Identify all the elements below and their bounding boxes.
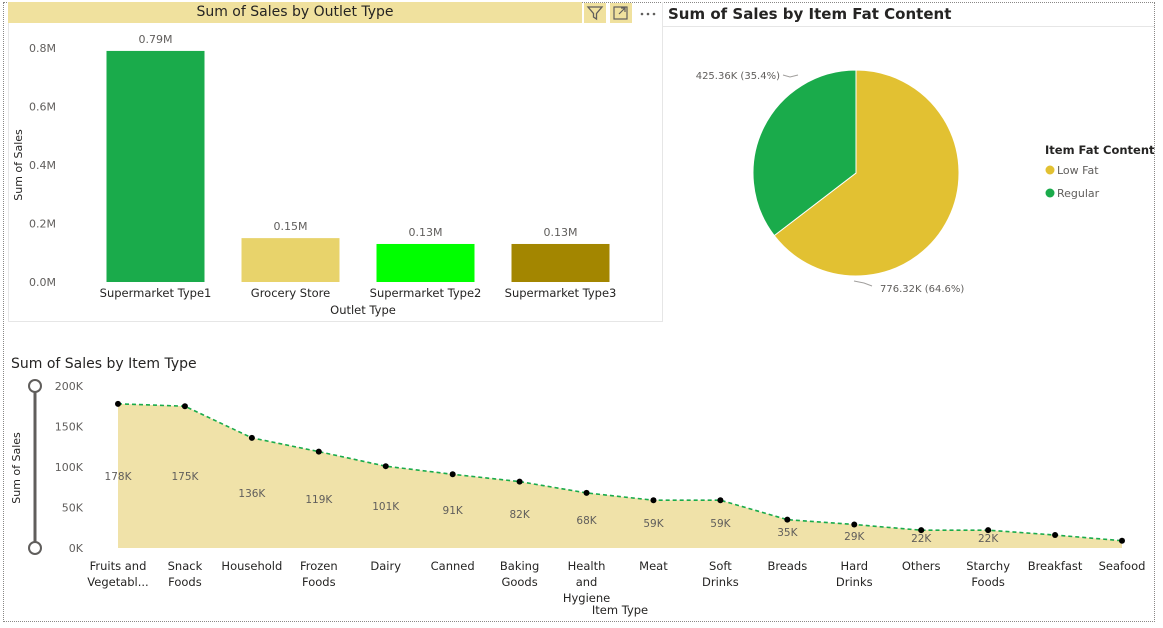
range-slider-handle <box>28 379 42 393</box>
x-tick-label: Breads <box>767 559 807 573</box>
focus-mode-icon[interactable] <box>610 3 632 23</box>
filter-icon[interactable] <box>584 3 606 23</box>
data-point <box>516 478 523 485</box>
bar-chart: 0.0M 0.2M 0.4M 0.6M 0.8M Sum of Sales 0.79M Sup… <box>12 33 617 317</box>
x-tick-label: Supermarket Type2 <box>370 286 482 300</box>
pie-data-label: 425.36K (35.4%) <box>696 71 780 82</box>
more-options-icon[interactable] <box>638 3 660 23</box>
x-axis-title: Outlet Type <box>330 303 396 317</box>
bar-data-label: 0.15M <box>274 220 308 233</box>
area-data-label: 119K <box>305 494 333 506</box>
pie-data-label: 776.32K (64.6%) <box>880 284 964 295</box>
x-tick-label: Canned <box>431 559 475 573</box>
x-tick-label: Hard Drinks <box>836 559 873 589</box>
y-tick-label: 200K <box>55 380 84 393</box>
x-tick-label: Others <box>902 559 941 573</box>
y-tick-label: 0.0M <box>29 276 56 289</box>
y-tick-label: 0.4M <box>29 159 56 172</box>
area-data-label: 91K <box>443 505 464 517</box>
area-fill <box>118 403 1122 548</box>
range-slider-handle <box>28 541 42 555</box>
area-data-label: 178K <box>105 471 133 483</box>
area-data-label: 22K <box>978 533 999 545</box>
data-point <box>851 521 858 528</box>
bar <box>376 243 475 282</box>
area-data-label: 68K <box>576 515 597 527</box>
x-tick-label: Starchy Foods <box>966 559 1010 589</box>
data-point <box>784 516 791 523</box>
y-tick-label: 100K <box>55 461 84 474</box>
x-tick-label: Frozen Foods <box>300 559 338 589</box>
legend-item: Regular <box>1057 187 1100 200</box>
data-point <box>717 497 724 504</box>
divider <box>663 26 1155 27</box>
pie-chart-title: Sum of Sales by Item Fat Content <box>668 5 952 23</box>
legend-item: Low Fat <box>1057 164 1099 177</box>
data-point <box>248 434 255 441</box>
y-tick-label: 50K <box>62 502 84 515</box>
bar-data-label: 0.13M <box>544 226 578 239</box>
x-tick-label: Baking Goods <box>500 559 539 589</box>
x-tick-label: Soft Drinks <box>702 559 739 589</box>
y-axis-title: Sum of Sales <box>12 129 25 201</box>
data-point <box>449 471 456 478</box>
x-tick-label: Dairy <box>370 559 401 573</box>
x-tick-label: Health and Hygiene <box>563 559 610 605</box>
bar <box>106 50 205 282</box>
y-tick-label: 0K <box>69 542 84 555</box>
data-point <box>315 448 322 455</box>
leader-line <box>782 74 799 78</box>
x-axis-title: Item Type <box>592 603 648 617</box>
y-axis-title: Sum of Sales <box>10 432 23 504</box>
area-data-label: 82K <box>509 509 530 521</box>
area-data-label: 59K <box>643 518 664 530</box>
area-chart-title: Sum of Sales by Item Type <box>11 356 197 372</box>
x-tick-label: Breakfast <box>1028 559 1083 573</box>
x-tick-label: Supermarket Type1 <box>100 286 212 300</box>
x-tick-label: Meat <box>639 559 668 573</box>
area-data-label: 59K <box>710 518 731 530</box>
x-tick-label: Seafood <box>1099 559 1146 573</box>
y-tick-label: 0.6M <box>29 101 56 114</box>
y-tick-label: 150K <box>55 421 84 434</box>
legend-title: Item Fat Content <box>1045 143 1155 157</box>
leader-line <box>853 280 873 287</box>
area-data-label: 22K <box>911 533 932 545</box>
bar-data-label: 0.79M <box>139 33 173 46</box>
legend-marker <box>1045 165 1055 175</box>
data-point <box>382 463 389 470</box>
bar <box>241 238 340 282</box>
y-tick-label: 0.2M <box>29 218 56 231</box>
y-tick-label: 0.8M <box>29 42 56 55</box>
x-tick-label: Grocery Store <box>251 286 330 300</box>
bar <box>511 243 610 282</box>
area-chart: 0K 50K 100K 150K 200K Sum of Sales 178K 175K 136… <box>10 379 1146 617</box>
data-point <box>583 489 590 496</box>
x-tick-label: Snack Foods <box>168 559 203 589</box>
area-data-label: 29K <box>844 531 865 543</box>
legend-marker <box>1045 188 1055 198</box>
data-point <box>1119 537 1125 544</box>
x-tick-label: Household <box>221 559 282 573</box>
data-point <box>115 400 121 407</box>
area-data-label: 136K <box>238 488 266 500</box>
data-point <box>181 403 188 410</box>
bar-data-label: 0.13M <box>409 226 443 239</box>
data-point <box>650 497 657 504</box>
bar-chart-title: Sum of Sales by Outlet Type <box>8 2 582 23</box>
area-data-label: 101K <box>372 501 400 513</box>
data-point <box>1052 532 1059 539</box>
area-data-label: 35K <box>777 527 798 539</box>
pie-chart: 776.32K (64.6%) 425.36K (35.4%) Item Fat C… <box>696 69 1155 295</box>
x-tick-label: Supermarket Type3 <box>505 286 617 300</box>
area-data-label: 175K <box>171 471 199 483</box>
x-tick-label: Fruits and Vegetabl... <box>87 559 148 589</box>
